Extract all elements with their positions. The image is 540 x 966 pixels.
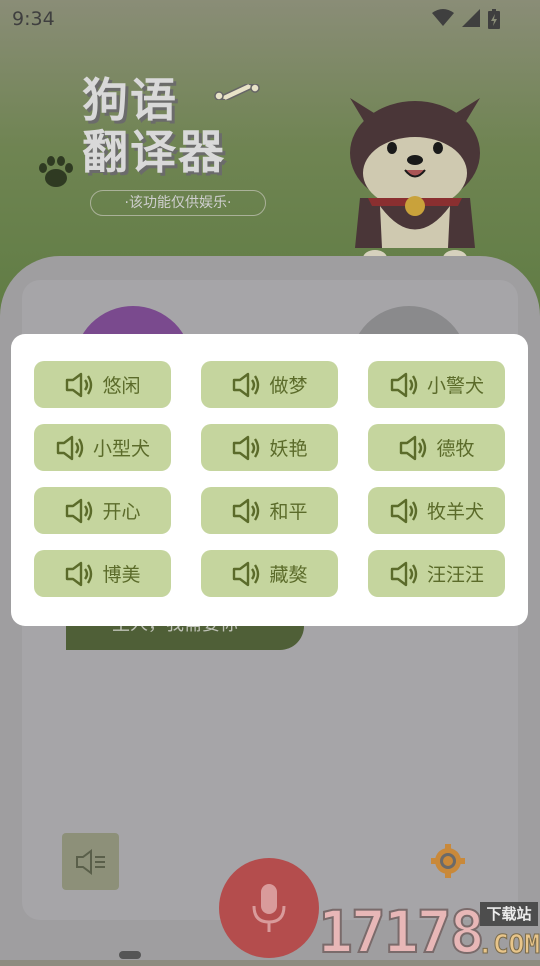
wifi-icon [432,9,454,26]
sound-button[interactable]: 小型犬 [34,424,171,471]
title-line-1: 狗语 [82,73,178,127]
speaker-icon [56,435,84,460]
bone-icon [214,84,260,100]
record-microphone-button[interactable] [219,858,319,958]
battery-charging-icon [488,9,500,29]
microphone-icon [252,884,286,932]
sound-label: 小警犬 [426,375,484,397]
sound-label: 德牧 [436,438,475,460]
speaker-icon [233,435,260,460]
speaker-icon [233,498,260,523]
watermark-tag: 下载站 [480,902,538,926]
sound-label: 和平 [269,501,308,523]
status-bar: 9:34 [0,0,540,36]
dog-mascot-image [350,98,480,266]
sound-label: 博美 [102,564,141,586]
volume-button[interactable] [62,833,119,890]
watermark-suffix: .COM [477,930,540,961]
status-time: 9:34 [12,8,55,30]
speaker-icon [233,561,260,586]
sound-button[interactable]: 开心 [34,487,171,534]
gear-icon[interactable] [430,843,466,879]
watermark-number: 17178 [317,897,486,966]
speaker-icon [233,372,260,397]
sound-button[interactable]: 妖艳 [201,424,338,471]
volume-icon [75,848,105,875]
status-icons [432,9,500,29]
sound-button[interactable]: 藏獒 [201,550,338,597]
sound-label: 汪汪汪 [426,564,484,586]
title-line-2: 翻译器 [82,125,226,179]
sound-button[interactable]: 德牧 [368,424,505,471]
speaker-icon [66,498,93,523]
sound-button[interactable]: 悠闲 [34,361,171,408]
sound-button[interactable]: 牧羊犬 [368,487,505,534]
sound-button[interactable]: 和平 [201,487,338,534]
small-badge [119,951,141,959]
speaker-icon [400,435,427,460]
sound-label: 开心 [102,501,141,523]
sound-label: 藏獒 [269,564,308,586]
sound-button[interactable]: 博美 [34,550,171,597]
speaker-icon [390,561,418,586]
sound-label: 小型犬 [92,438,150,460]
speaker-icon [390,498,418,523]
sound-label: 牧羊犬 [426,501,484,523]
sound-picker-dialog: 悠闲 做梦 小警犬 小型犬 妖艳 德牧 开心 和平 牧羊犬 博美 藏獒 汪汪汪 [11,334,528,626]
paw-icon [39,156,73,187]
signal-icon [462,9,480,27]
sound-button[interactable]: 小警犬 [368,361,505,408]
speaker-icon [390,372,418,397]
sound-button-grid: 悠闲 做梦 小警犬 小型犬 妖艳 德牧 开心 和平 牧羊犬 博美 藏獒 汪汪汪 [34,361,505,597]
sound-button[interactable]: 做梦 [201,361,338,408]
sound-button[interactable]: 汪汪汪 [368,550,505,597]
subtitle-disclaimer: ·该功能仅供娱乐· [90,190,266,216]
speaker-icon [66,561,93,586]
speaker-icon [66,372,93,397]
sound-label: 妖艳 [269,438,308,460]
watermark: 17178 下载站 .COM [317,897,540,966]
sound-label: 做梦 [269,375,308,397]
app-title: 狗语 翻译器 [82,74,226,178]
sound-label: 悠闲 [102,375,141,397]
